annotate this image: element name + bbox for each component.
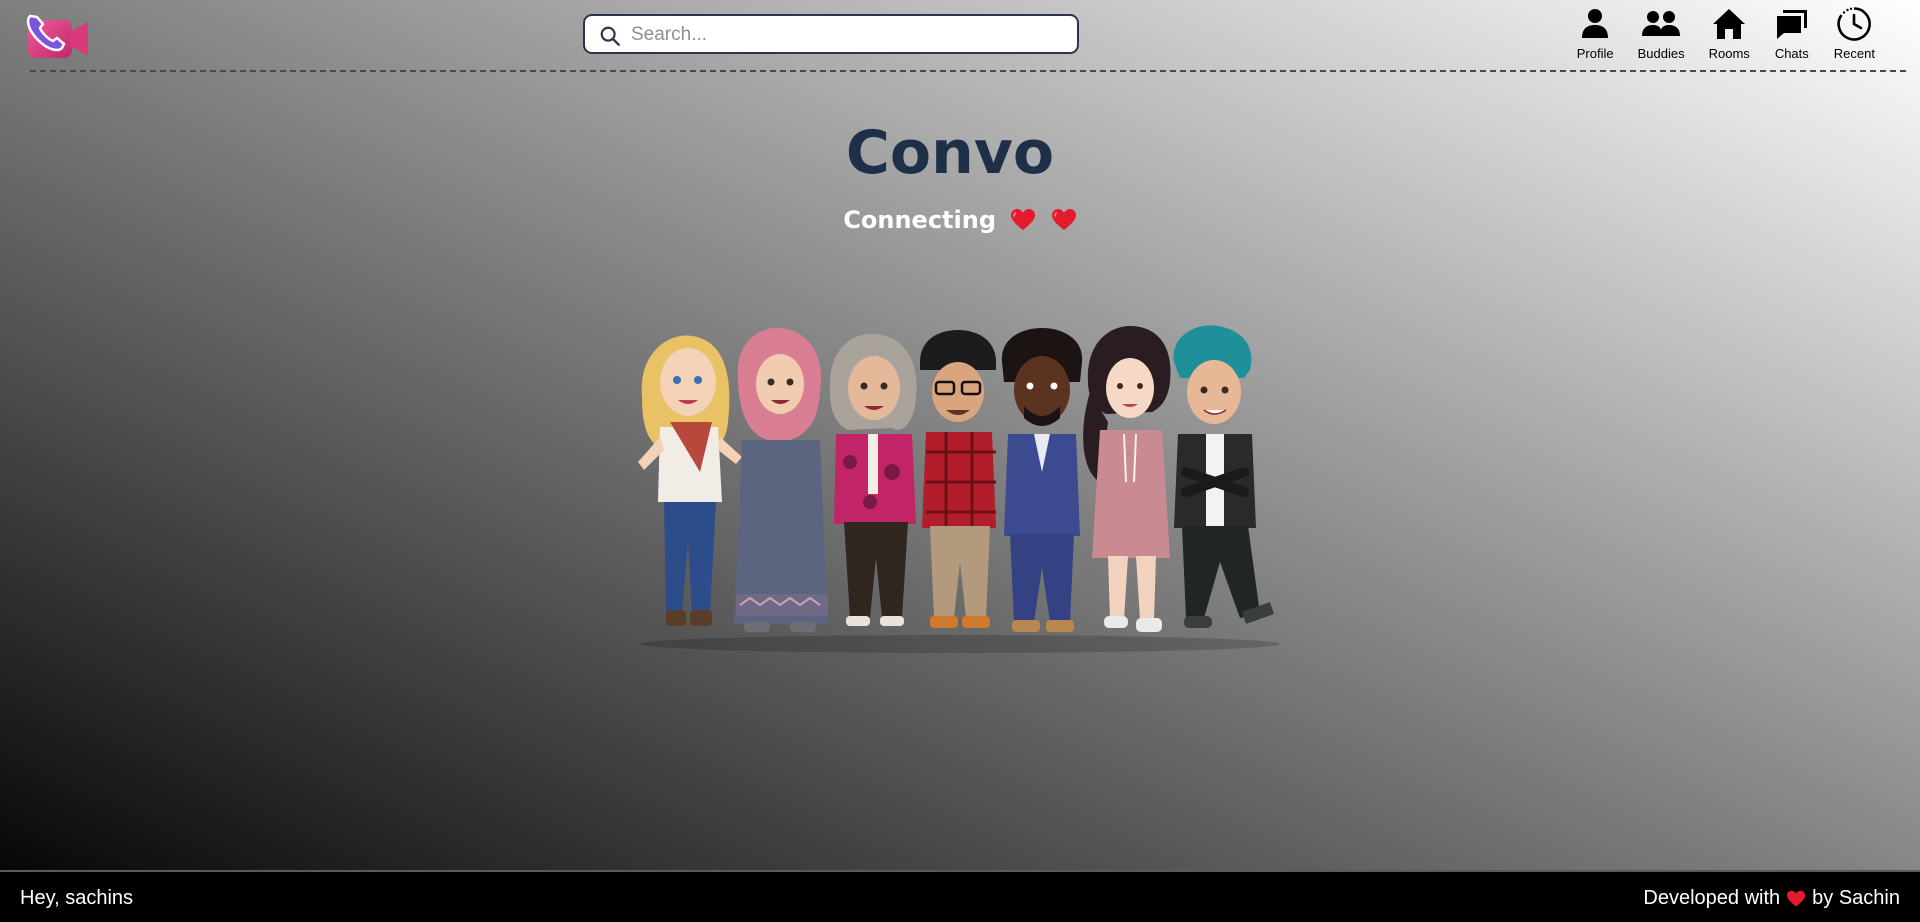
avatar-figure: [1001, 328, 1083, 632]
search-icon: [600, 26, 620, 46]
app-logo[interactable]: [24, 8, 90, 64]
avatar-figure: [920, 330, 996, 628]
credit-suffix: by Sachin: [1812, 887, 1900, 909]
user-greeting: Hey, sachins: [20, 887, 134, 909]
footer-bar: Hey, sachins Developed with by Sachin: [0, 870, 1920, 922]
video-call-logo-icon: [26, 14, 88, 58]
nav-label-buddies: Buddies: [1637, 46, 1685, 61]
home-icon: [1713, 9, 1746, 39]
people-icon: [1642, 11, 1681, 36]
avatar-figure: [829, 333, 917, 626]
nav-item-profile[interactable]: Profile: [1565, 6, 1626, 61]
avatar-figure: [1083, 326, 1171, 632]
nav-label-rooms: Rooms: [1708, 46, 1750, 61]
main-nav: Profile Buddies Rooms Chats Recent: [1565, 6, 1887, 61]
nav-item-rooms[interactable]: Rooms: [1697, 6, 1762, 61]
nav-item-recent[interactable]: Recent: [1822, 6, 1887, 61]
nav-item-chats[interactable]: Chats: [1762, 6, 1822, 61]
nav-label-recent: Recent: [1833, 46, 1875, 61]
person-icon: [1582, 9, 1609, 38]
clock-icon: [1837, 7, 1872, 41]
heart-icon: [1011, 209, 1036, 230]
developer-credit: Developed with by Sachin: [1643, 887, 1900, 910]
avatar-figure: [734, 327, 828, 632]
nav-label-chats: Chats: [1774, 46, 1809, 61]
subtitle-text: Connecting: [843, 206, 997, 234]
heart-icon: [1787, 890, 1806, 906]
nav-item-buddies[interactable]: Buddies: [1626, 6, 1697, 61]
nav-label-profile: Profile: [1576, 46, 1614, 61]
header-divider: [30, 70, 1906, 72]
subtitle: Connecting: [0, 206, 1920, 234]
search-bar[interactable]: [583, 14, 1079, 54]
avatar-figure: [638, 335, 742, 626]
heart-icon: [1051, 209, 1076, 230]
credit-prefix: Developed with: [1643, 887, 1781, 909]
avatars-group-illustration: [638, 325, 1280, 653]
chat-bubbles-icon: [1776, 10, 1807, 39]
search-input[interactable]: [629, 16, 1063, 54]
page-title: Convo: [845, 118, 1055, 188]
top-bar: Profile Buddies Rooms Chats: [0, 0, 1920, 70]
avatar-figure: [1173, 325, 1274, 628]
